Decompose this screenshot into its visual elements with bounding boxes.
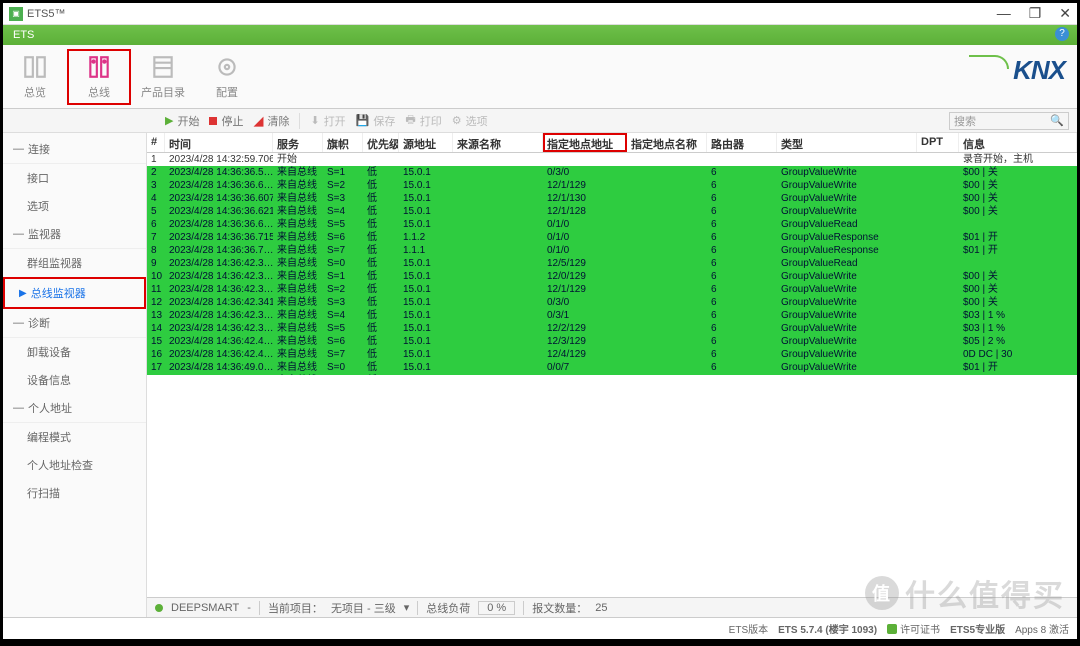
- table-row[interactable]: 62023/4/28 14:36:36.6…来自总线S=5低15.0.10/1/…: [147, 218, 1077, 231]
- license-icon: [887, 624, 897, 634]
- save-button[interactable]: 💾保存: [356, 113, 396, 129]
- window-title: ETS5™: [27, 8, 66, 20]
- table-row[interactable]: 72023/4/28 14:36:36.715来自总线S=6低1.1.20/1/…: [147, 231, 1077, 244]
- table-row[interactable]: 102023/4/28 14:36:42.3…来自总线S=1低15.0.112/…: [147, 270, 1077, 283]
- footer: ETS版本 ETS 5.7.4 (楼宇 1093) 许可证书 ETS5专业版 A…: [3, 617, 1077, 639]
- table-row[interactable]: 142023/4/28 14:36:42.3…来自总线S=5低15.0.112/…: [147, 322, 1077, 335]
- col-header[interactable]: 时间: [165, 133, 273, 152]
- bus-icon: [86, 54, 112, 80]
- col-header[interactable]: #: [147, 133, 165, 152]
- sidebar-section[interactable]: —连接: [3, 135, 146, 164]
- col-header[interactable]: 来源名称: [453, 133, 543, 152]
- col-header[interactable]: 信息: [959, 133, 1077, 152]
- titlebar: ▣ ETS5™ — ❐ ✕: [3, 3, 1077, 25]
- license-label: 许可证书: [900, 621, 940, 636]
- sidebar-item[interactable]: 选项: [3, 192, 146, 220]
- open-button[interactable]: ⬇打开: [310, 113, 345, 129]
- search-input[interactable]: 搜索🔍: [949, 112, 1069, 130]
- table-row[interactable]: 52023/4/28 14:36:36.621来自总线S=4低15.0.112/…: [147, 205, 1077, 218]
- col-header[interactable]: 类型: [777, 133, 917, 152]
- apps-value: Apps 8 激活: [1015, 621, 1069, 636]
- sidebar-item[interactable]: 行扫描: [3, 479, 146, 507]
- table-body: 12023/4/28 14:32:59.706开始录音开始，主机22023/4/…: [147, 153, 1077, 375]
- table-row[interactable]: 172023/4/28 14:36:49.0…来自总线S=0低15.0.10/0…: [147, 361, 1077, 374]
- sidebar-section[interactable]: —诊断: [3, 309, 146, 338]
- busload-value: 0 %: [478, 601, 515, 615]
- table-row[interactable]: 22023/4/28 14:36:36.5…来自总线S=1低15.0.10/3/…: [147, 166, 1077, 179]
- status-dropdown[interactable]: -: [247, 602, 251, 614]
- overview-icon: [22, 54, 48, 80]
- collapse-icon: —: [13, 143, 24, 155]
- close-button[interactable]: ✕: [1059, 5, 1071, 22]
- sidebar-item[interactable]: 群组监视器: [3, 249, 146, 277]
- maximize-button[interactable]: ❐: [1029, 5, 1042, 22]
- menu-tab-ets[interactable]: ETS: [13, 29, 34, 41]
- table-row[interactable]: 182023/4/28 14:36:49.105来自总线S=1低1.1.10/1…: [147, 374, 1077, 375]
- options-button[interactable]: ⚙选项: [452, 113, 488, 129]
- table-row[interactable]: 82023/4/28 14:36:36.7…来自总线S=7低1.1.10/1/0…: [147, 244, 1077, 257]
- print-button[interactable]: 🖶打印: [405, 111, 441, 130]
- sidebar-item[interactable]: 设备信息: [3, 366, 146, 394]
- sidebar-section[interactable]: —个人地址: [3, 394, 146, 423]
- col-header[interactable]: 源地址: [399, 133, 453, 152]
- table-row[interactable]: 162023/4/28 14:36:42.4…来自总线S=7低15.0.112/…: [147, 348, 1077, 361]
- col-header[interactable]: 服务: [273, 133, 323, 152]
- table-row[interactable]: 32023/4/28 14:36:36.6…来自总线S=2低15.0.112/1…: [147, 179, 1077, 192]
- status-dot-icon: [155, 604, 163, 612]
- ribbon-configure[interactable]: 配置: [195, 49, 259, 105]
- table-row[interactable]: 42023/4/28 14:36:36.607来自总线S=3低15.0.112/…: [147, 192, 1077, 205]
- clear-button[interactable]: ◢清除: [253, 113, 289, 129]
- sidebar-item[interactable]: 编程模式: [3, 423, 146, 451]
- collapse-icon: —: [13, 317, 24, 329]
- busload-label: 总线负荷: [426, 600, 470, 616]
- table-header: #时间服务旗帜优先级源地址来源名称指定地点地址指定地点名称路由器类型DPT信息: [147, 133, 1077, 153]
- table-row[interactable]: 12023/4/28 14:32:59.706开始录音开始，主机: [147, 153, 1077, 166]
- sidebar-item[interactable]: 总线监视器: [3, 277, 146, 309]
- table-row[interactable]: 152023/4/28 14:36:42.4…来自总线S=6低15.0.112/…: [147, 335, 1077, 348]
- start-button[interactable]: ▶开始: [165, 113, 199, 129]
- version-label: ETS版本: [729, 621, 768, 636]
- minimize-button[interactable]: —: [997, 5, 1011, 22]
- license-value: ETS5专业版: [950, 621, 1005, 636]
- stop-button[interactable]: 停止: [209, 113, 243, 129]
- status-name: DEEPSMART: [171, 602, 239, 614]
- configure-icon: [214, 54, 240, 80]
- col-header[interactable]: 路由器: [707, 133, 777, 152]
- msgcount-value: 25: [595, 602, 607, 614]
- project-value: 无项目 - 三级: [331, 600, 396, 616]
- collapse-icon: —: [13, 402, 24, 414]
- sidebar-item[interactable]: 个人地址检查: [3, 451, 146, 479]
- col-header[interactable]: 指定地点名称: [627, 133, 707, 152]
- col-header[interactable]: 优先级: [363, 133, 399, 152]
- ribbon: 总览总线产品目录配置 KNX: [3, 45, 1077, 109]
- knx-logo: KNX: [973, 55, 1065, 86]
- project-dropdown-icon[interactable]: ▾: [404, 601, 410, 614]
- table-row[interactable]: 132023/4/28 14:36:42.3…来自总线S=4低15.0.10/3…: [147, 309, 1077, 322]
- ribbon-overview[interactable]: 总览: [3, 49, 67, 105]
- statusbar: DEEPSMART - 当前项目： 无项目 - 三级 ▾ 总线负荷 0 % 报文…: [147, 597, 1077, 617]
- sidebar-item[interactable]: 接口: [3, 164, 146, 192]
- help-icon[interactable]: ?: [1055, 27, 1069, 41]
- sidebar-section[interactable]: —监视器: [3, 220, 146, 249]
- table-row[interactable]: 112023/4/28 14:36:42.3…来自总线S=2低15.0.112/…: [147, 283, 1077, 296]
- catalog-icon: [150, 54, 176, 80]
- ribbon-bus[interactable]: 总线: [67, 49, 131, 105]
- col-header[interactable]: 旗帜: [323, 133, 363, 152]
- col-header[interactable]: 指定地点地址: [543, 133, 627, 152]
- search-icon: 🔍: [1050, 114, 1064, 127]
- collapse-icon: —: [13, 228, 24, 240]
- msgcount-label: 报文数量：: [532, 600, 587, 616]
- sidebar: —连接接口选项—监视器群组监视器总线监视器—诊断卸载设备设备信息—个人地址编程模…: [3, 133, 147, 617]
- table-row[interactable]: 92023/4/28 14:36:42.3…来自总线S=0低15.0.112/5…: [147, 257, 1077, 270]
- sidebar-item[interactable]: 卸载设备: [3, 338, 146, 366]
- project-label: 当前项目：: [268, 600, 323, 616]
- toolbar: ▶开始 停止 ◢清除 ⬇打开 💾保存 🖶打印 ⚙选项 搜索🔍: [3, 109, 1077, 133]
- table-row[interactable]: 122023/4/28 14:36:42.341来自总线S=3低15.0.10/…: [147, 296, 1077, 309]
- ribbon-catalog[interactable]: 产品目录: [131, 49, 195, 105]
- version-value: ETS 5.7.4 (楼宇 1093): [778, 621, 877, 636]
- app-icon: ▣: [9, 7, 23, 21]
- menubar: ETS ?: [3, 25, 1077, 45]
- col-header[interactable]: DPT: [917, 133, 959, 152]
